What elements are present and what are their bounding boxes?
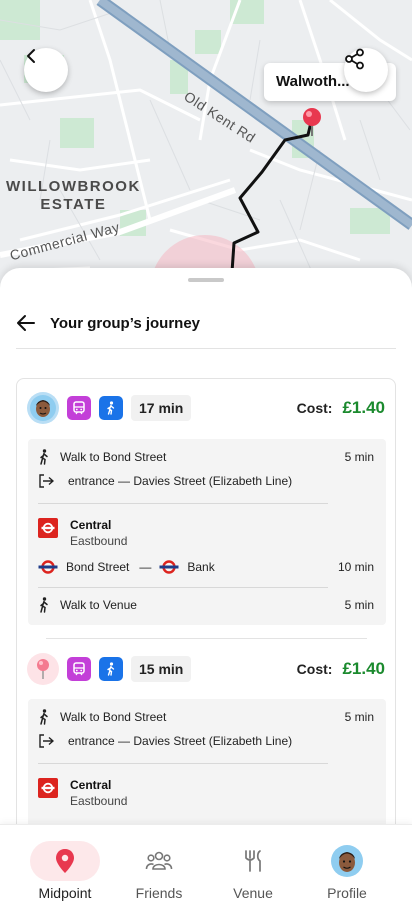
nav-label: Midpoint xyxy=(38,885,92,901)
nav-item-venue[interactable]: Venue xyxy=(208,841,298,901)
area-label-line-2: ESTATE xyxy=(40,196,107,213)
step-separator xyxy=(38,503,328,504)
cost-label: Cost: xyxy=(296,400,333,416)
journey-card: 17 min Cost: £1.40 Walk to Bond Street 5… xyxy=(16,378,396,828)
roundel-icon xyxy=(38,560,58,574)
ride-step: Bond Street — Bank 10 min xyxy=(38,557,374,577)
header-divider xyxy=(16,348,396,349)
cost-value: £1.40 xyxy=(342,398,385,417)
share-icon xyxy=(345,48,364,70)
walking-icon xyxy=(38,449,54,465)
walk-mode-badge xyxy=(99,396,123,420)
nav-label: Profile xyxy=(327,885,367,901)
area-label-line-1: WILLOWBROOK xyxy=(6,178,141,195)
entrance-text: entrance — Davies Street (Elizabeth Line… xyxy=(68,474,293,488)
from-station: Bond Street xyxy=(66,560,130,574)
step-separator xyxy=(38,763,328,764)
tube-mode-badge xyxy=(67,396,91,420)
walk-step: Walk to Bond Street 5 min xyxy=(38,707,374,727)
line-direction: Eastbound xyxy=(70,794,128,808)
walk-mode-badge xyxy=(99,657,123,681)
underground-icon xyxy=(38,778,58,798)
walking-icon xyxy=(107,662,115,676)
walk-step-text: Walk to Bond Street xyxy=(60,710,167,724)
entrance-step: entrance — Davies Street (Elizabeth Line… xyxy=(38,471,374,491)
nav-label: Venue xyxy=(233,885,273,901)
arrow-left-icon[interactable] xyxy=(16,313,36,333)
cost-value: £1.40 xyxy=(342,659,385,678)
pin-avatar-icon xyxy=(37,659,49,679)
group-icon xyxy=(145,851,173,870)
walk-step: Walk to Venue 5 min xyxy=(38,595,374,615)
back-button[interactable] xyxy=(24,48,68,92)
nav-pill xyxy=(124,841,194,881)
cost-label: Cost: xyxy=(296,661,333,677)
chevron-left-icon xyxy=(27,49,35,63)
journey-sheet: Your group’s journey 17 min Cost: £1.40 … xyxy=(0,268,412,828)
line-direction: Eastbound xyxy=(70,534,128,548)
sheet-header: Your group’s journey xyxy=(16,304,200,342)
line-name: Central xyxy=(70,518,112,532)
walk-step: Walk to Bond Street 5 min xyxy=(38,447,374,467)
tube-mode-badge xyxy=(67,657,91,681)
map-view[interactable]: WILLOWBROOK ESTATE Old Kent Rd Commercia… xyxy=(0,0,412,300)
journey-steps-1: Walk to Bond Street 5 min entrance — Dav… xyxy=(28,439,386,625)
entrance-step: entrance — Davies Street (Elizabeth Line… xyxy=(38,731,374,751)
nav-pill-active xyxy=(30,841,100,881)
traveller-summary-1[interactable]: 17 min Cost: £1.40 xyxy=(27,391,385,425)
sheet-handle[interactable] xyxy=(188,278,224,282)
cost: Cost: £1.40 xyxy=(297,398,385,418)
line-info: Central Eastbound xyxy=(38,777,127,809)
journey-time: 17 min xyxy=(131,395,192,421)
sheet-title: Your group’s journey xyxy=(50,314,201,332)
to-station: Bank xyxy=(187,560,215,574)
walking-icon xyxy=(38,597,54,613)
entrance-text: entrance — Davies Street (Elizabeth Line… xyxy=(68,734,293,748)
avatar xyxy=(27,392,59,424)
walk-step-text: Walk to Bond Street xyxy=(60,450,167,464)
train-icon xyxy=(73,662,85,676)
bottom-nav: Midpoint Friends Venue Profile xyxy=(0,824,412,917)
train-icon xyxy=(73,401,85,415)
cost: Cost: £1.40 xyxy=(297,659,385,679)
nav-item-friends[interactable]: Friends xyxy=(114,841,204,901)
cutlery-icon xyxy=(245,850,261,872)
nav-label: Friends xyxy=(135,885,183,901)
line-info: Central Eastbound xyxy=(38,517,127,549)
journey-divider xyxy=(46,638,367,639)
avatar xyxy=(331,845,363,877)
line-name: Central xyxy=(70,778,112,792)
memoji-avatar-icon xyxy=(30,395,56,421)
nav-item-midpoint[interactable]: Midpoint xyxy=(20,841,110,901)
share-button[interactable] xyxy=(344,48,388,92)
map-area-label: WILLOWBROOK ESTATE xyxy=(6,178,141,214)
traveller-summary-2[interactable]: 15 min Cost: £1.40 xyxy=(27,652,385,686)
entrance-icon xyxy=(38,734,58,748)
entrance-icon xyxy=(38,474,58,488)
nav-pill xyxy=(218,841,288,881)
nav-item-profile[interactable]: Profile xyxy=(302,841,392,901)
map-graphic xyxy=(0,0,412,300)
journey-steps-2: Walk to Bond Street 5 min entrance — Dav… xyxy=(28,699,386,828)
walk-step-duration: 5 min xyxy=(344,450,374,464)
underground-icon xyxy=(38,518,58,538)
nav-pill xyxy=(312,841,382,881)
roundel-icon xyxy=(159,560,179,574)
station-dash: — xyxy=(139,560,152,574)
walk-step-text: Walk to Venue xyxy=(60,598,137,612)
map-pin-icon xyxy=(56,849,74,873)
walk-step-duration: 5 min xyxy=(344,710,374,724)
journey-time: 15 min xyxy=(131,656,192,682)
walk-step-duration: 5 min xyxy=(344,598,374,612)
destination-pin-icon[interactable] xyxy=(301,106,323,138)
walking-icon xyxy=(107,401,115,415)
step-separator xyxy=(38,587,328,588)
avatar xyxy=(27,653,59,685)
ride-duration: 10 min xyxy=(337,560,374,574)
walking-icon xyxy=(38,709,54,725)
